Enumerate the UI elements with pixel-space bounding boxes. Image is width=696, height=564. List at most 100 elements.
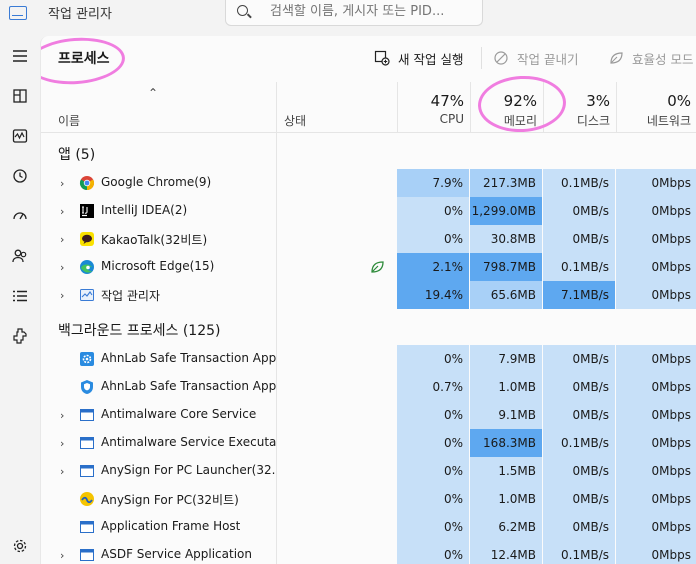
cpu-cell: 0% bbox=[397, 345, 469, 373]
expand-chevron-icon[interactable]: › bbox=[60, 289, 70, 302]
disk-cell: 0MB/s bbox=[543, 373, 615, 401]
window-icon bbox=[79, 547, 95, 563]
title-highlight-annotation bbox=[41, 36, 127, 88]
end-task-icon bbox=[493, 50, 509, 66]
expand-chevron-icon[interactable]: › bbox=[60, 409, 70, 422]
group-header-apps[interactable]: 앱 (5) bbox=[41, 133, 696, 169]
hamburger-menu-icon[interactable] bbox=[4, 40, 36, 72]
column-header-network[interactable]: 0% 네트워크 bbox=[616, 82, 696, 132]
disk-cell: 0MB/s bbox=[543, 345, 615, 373]
app-history-nav-icon[interactable] bbox=[4, 160, 36, 192]
column-header-name[interactable]: 이름 bbox=[58, 112, 80, 129]
group-header-background[interactable]: 백그라운드 프로세스 (125) bbox=[41, 309, 696, 345]
expand-chevron-icon[interactable]: › bbox=[60, 205, 70, 218]
disk-cell: 0MB/s bbox=[543, 225, 615, 253]
process-name: AnySign For PC Launcher(32... bbox=[101, 463, 276, 477]
expand-chevron-icon[interactable]: › bbox=[60, 465, 70, 478]
network-total-pct: 0% bbox=[667, 92, 691, 110]
anysign-icon bbox=[79, 491, 95, 507]
end-task-button[interactable]: 작업 끝내기 bbox=[493, 47, 578, 69]
memory-cell: 30.8MB bbox=[470, 225, 542, 253]
memory-cell: 9.1MB bbox=[470, 401, 542, 429]
expand-chevron-icon[interactable]: › bbox=[60, 261, 70, 274]
process-name: 작업 관리자 bbox=[101, 289, 161, 303]
expand-chevron-icon[interactable]: › bbox=[60, 177, 70, 190]
processes-nav-icon[interactable] bbox=[4, 80, 36, 112]
network-cell: 0Mbps bbox=[616, 225, 696, 253]
table-row[interactable]: › KakaoTalk(32비트) 0% 30.8MB 0MB/s 0Mbps bbox=[41, 225, 696, 253]
table-row[interactable]: › ASDF Service Application 0% 12.4MB 0.1… bbox=[41, 541, 696, 564]
column-header-cpu[interactable]: 47% CPU bbox=[397, 82, 470, 132]
table-row[interactable]: › 작업 관리자 19.4% 65.6MB 7.1MB/s 0Mbps bbox=[41, 281, 696, 309]
toolbar-separator bbox=[481, 47, 482, 69]
expand-chevron-icon[interactable]: › bbox=[60, 437, 70, 450]
services-nav-icon[interactable] bbox=[4, 320, 36, 352]
column-header-row: ⌃ 이름 상태 47% CPU 92% 메모리 3% 디스크 0% 네트워크 bbox=[41, 82, 696, 133]
cpu-cell: 2.1% bbox=[397, 253, 469, 281]
table-row[interactable]: AnySign For PC(32비트) 0% 1.0MB 0MB/s 0Mbp… bbox=[41, 485, 696, 513]
network-cell: 0Mbps bbox=[616, 253, 696, 281]
process-name: Google Chrome(9) bbox=[101, 175, 212, 189]
network-cell: 0Mbps bbox=[616, 401, 696, 429]
details-nav-icon[interactable] bbox=[4, 280, 36, 312]
memory-cell: 1.0MB bbox=[470, 373, 542, 401]
cpu-total-pct: 47% bbox=[430, 92, 464, 110]
table-row[interactable]: AhnLab Safe Transaction App... 0.7% 1.0M… bbox=[41, 373, 696, 401]
search-icon bbox=[237, 5, 248, 16]
table-row[interactable]: › Microsoft Edge(15) 2.1% 798.7MB 0.1MB/… bbox=[41, 253, 696, 281]
cpu-cell: 19.4% bbox=[397, 281, 469, 309]
process-name: Antimalware Core Service bbox=[101, 407, 257, 421]
task-manager-icon bbox=[9, 6, 27, 20]
cpu-cell: 0% bbox=[397, 541, 469, 564]
expand-chevron-icon[interactable]: › bbox=[60, 549, 70, 562]
cpu-label: CPU bbox=[439, 112, 464, 126]
memory-cell: 168.3MB bbox=[470, 429, 542, 457]
cpu-cell: 7.9% bbox=[397, 169, 469, 197]
process-name: KakaoTalk(32비트) bbox=[101, 233, 208, 247]
shield-blue-icon bbox=[79, 379, 95, 395]
column-header-status: 상태 bbox=[284, 114, 307, 128]
process-name: Antimalware Service Executa... bbox=[101, 435, 276, 449]
run-new-task-button[interactable]: 새 작업 실행 bbox=[374, 47, 463, 69]
memory-cell: 65.6MB bbox=[470, 281, 542, 309]
cpu-cell: 0% bbox=[397, 429, 469, 457]
table-row[interactable]: › Google Chrome(9) 7.9% 217.3MB 0.1MB/s … bbox=[41, 169, 696, 197]
table-row[interactable]: › Antimalware Core Service 0% 9.1MB 0MB/… bbox=[41, 401, 696, 429]
disk-cell: 0MB/s bbox=[543, 401, 615, 429]
table-row[interactable]: › IntelliJ IDEA(2) 0% 1,299.0MB 0MB/s 0M… bbox=[41, 197, 696, 225]
table-row[interactable]: › Antimalware Service Executa... 0% 168.… bbox=[41, 429, 696, 457]
process-name: ASDF Service Application bbox=[101, 547, 252, 561]
performance-nav-icon[interactable] bbox=[4, 120, 36, 152]
disk-cell: 0MB/s bbox=[543, 457, 615, 485]
table-row[interactable]: Application Frame Host 0% 6.2MB 0MB/s 0M… bbox=[41, 513, 696, 541]
settings-gear-icon[interactable] bbox=[4, 530, 36, 562]
expand-chevron-icon[interactable]: › bbox=[60, 233, 70, 246]
left-nav bbox=[0, 36, 40, 564]
users-nav-icon[interactable] bbox=[4, 240, 36, 272]
network-cell: 0Mbps bbox=[616, 345, 696, 373]
run-new-task-label: 새 작업 실행 bbox=[398, 51, 464, 67]
process-table: 앱 (5) › Google Chrome(9) 7.9% 217.3MB 0.… bbox=[41, 133, 696, 564]
memory-cell: 12.4MB bbox=[470, 541, 542, 564]
process-name: IntelliJ IDEA(2) bbox=[101, 203, 188, 217]
window-icon bbox=[79, 407, 95, 423]
group-label-background: 백그라운드 프로세스 (125) bbox=[58, 323, 221, 339]
process-name: AhnLab Safe Transaction App... bbox=[101, 351, 276, 365]
title-bar: 작업 관리자 bbox=[0, 0, 696, 36]
table-row[interactable]: AhnLab Safe Transaction App... 0% 7.9MB … bbox=[41, 345, 696, 373]
startup-apps-nav-icon[interactable] bbox=[4, 200, 36, 232]
end-task-label: 작업 끝내기 bbox=[517, 51, 579, 67]
search-input[interactable] bbox=[270, 4, 475, 19]
efficiency-leaf-icon bbox=[608, 50, 624, 66]
leaf-icon bbox=[369, 259, 385, 275]
group-label-apps: 앱 (5) bbox=[58, 147, 96, 163]
column-header-status-cell[interactable]: 상태 bbox=[276, 82, 397, 132]
search-box[interactable] bbox=[225, 0, 483, 26]
sort-chevron-up-icon[interactable]: ⌃ bbox=[148, 86, 158, 100]
efficiency-mode-button[interactable]: 효율성 모드 bbox=[608, 47, 693, 69]
memory-cell: 1,299.0MB bbox=[470, 197, 542, 225]
table-row[interactable]: › AnySign For PC Launcher(32... 0% 1.5MB… bbox=[41, 457, 696, 485]
task-manager-icon bbox=[79, 287, 95, 303]
memory-cell: 6.2MB bbox=[470, 513, 542, 541]
cpu-cell: 0% bbox=[397, 225, 469, 253]
